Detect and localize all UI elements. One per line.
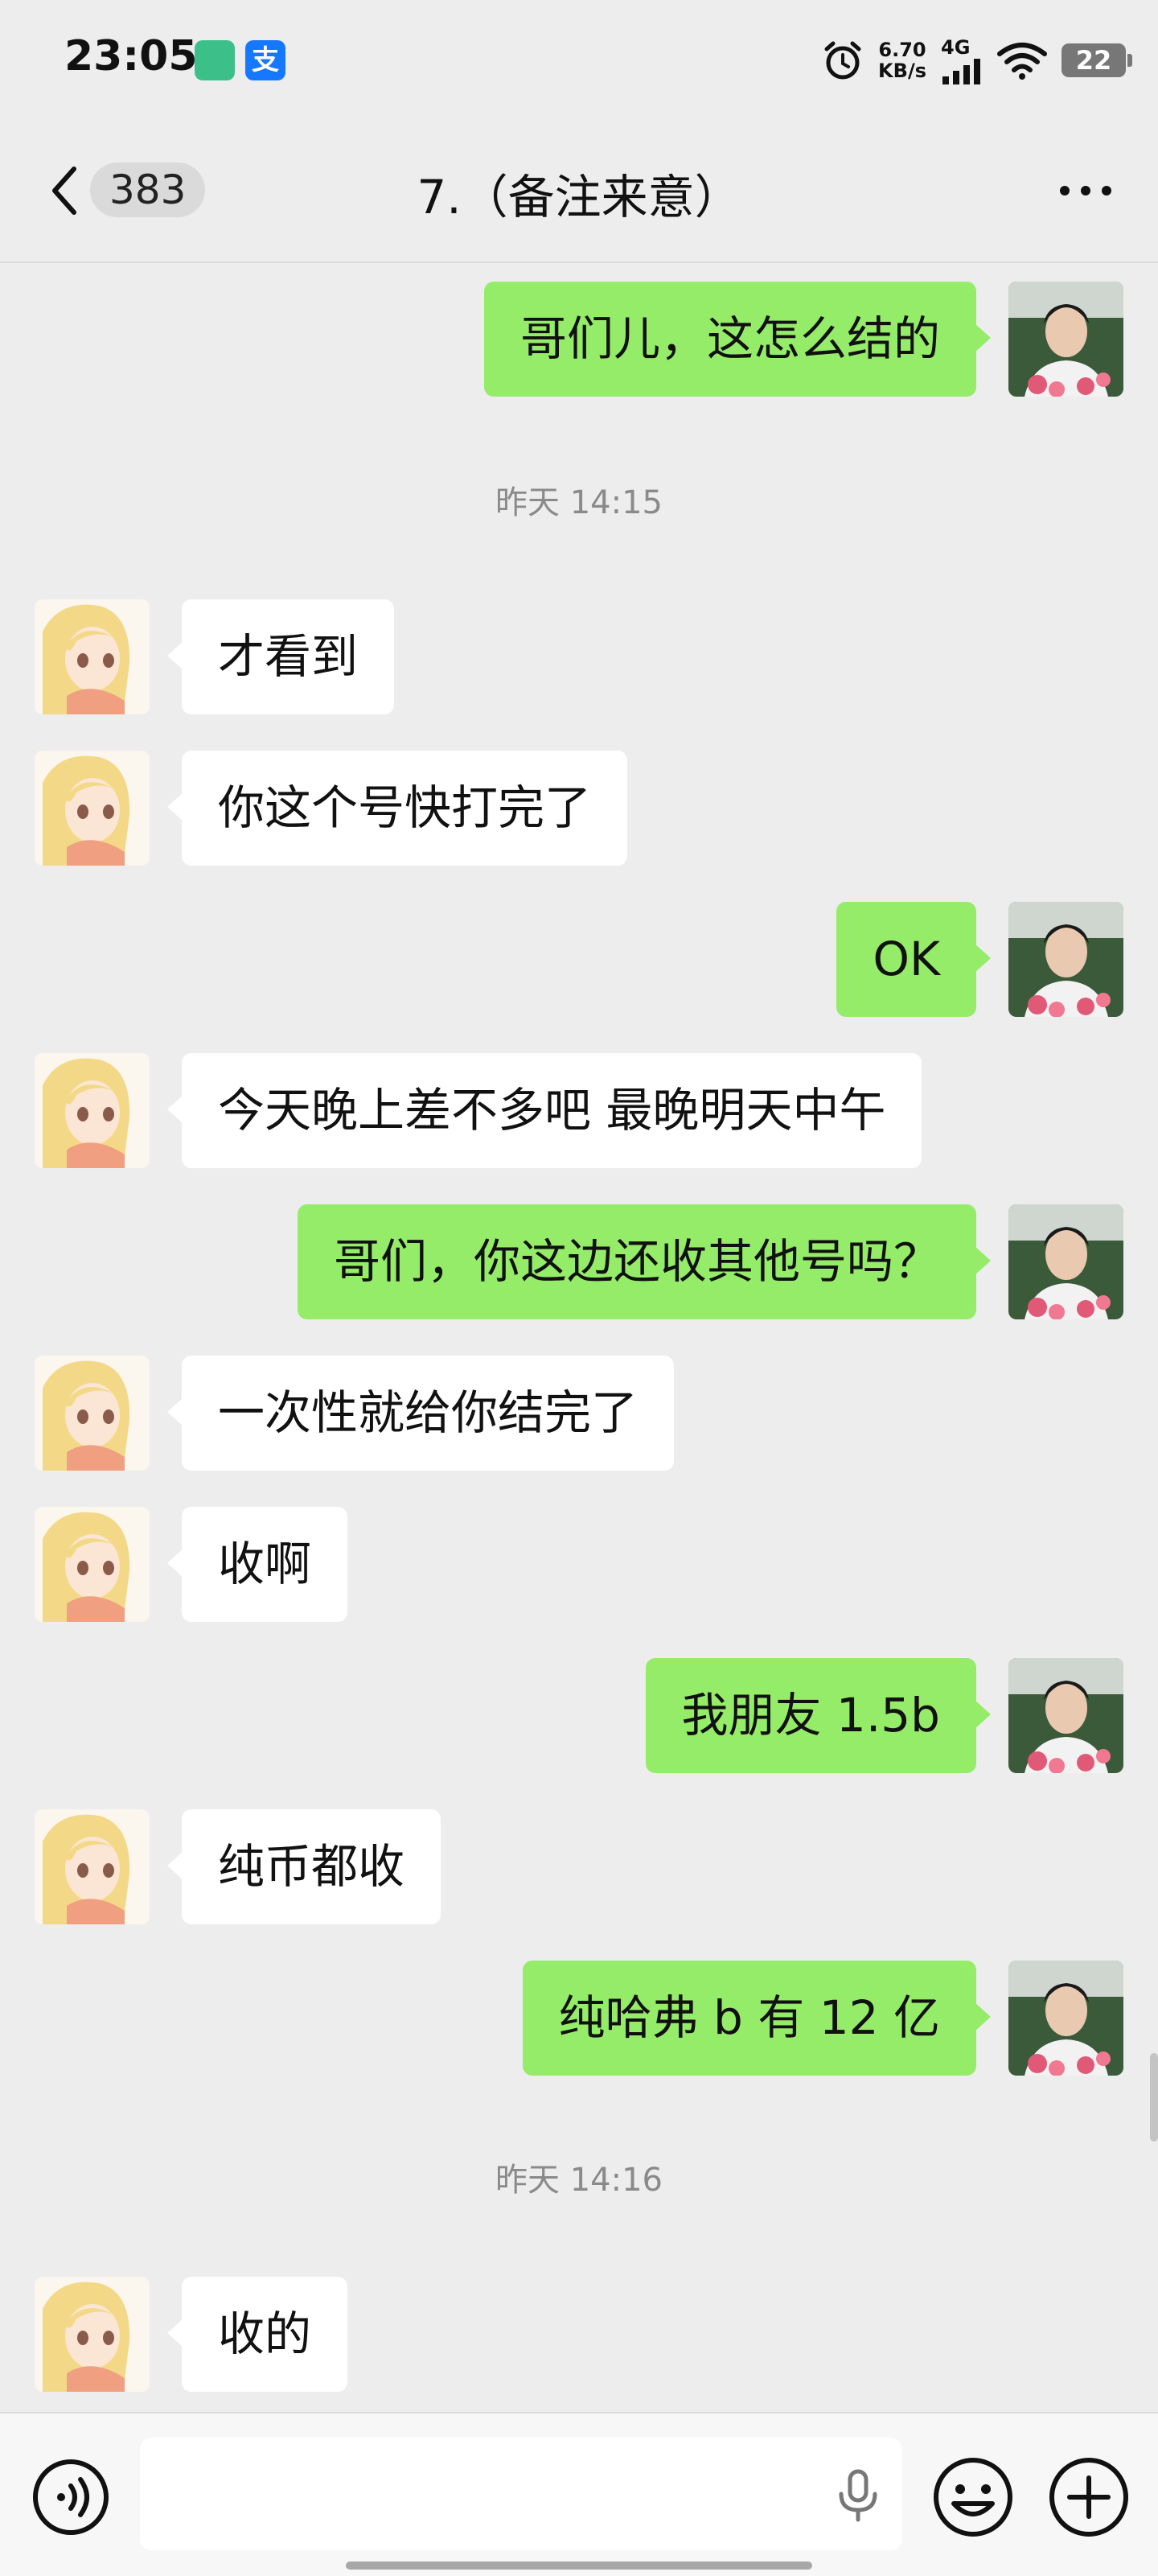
chat-header: 383 7.（备注来意） xyxy=(0,121,1158,263)
message-incoming: 你这个号快打完了 xyxy=(0,751,1158,867)
plus-icon[interactable] xyxy=(1047,2455,1131,2539)
message-bubble[interactable]: 纯哈弗 b 有 12 亿 xyxy=(522,1961,992,2076)
status-indicators: 6.70 KB/s 4G 22 xyxy=(822,32,1132,88)
message-outgoing: OK xyxy=(0,902,1158,1018)
message-incoming: 收啊 xyxy=(0,1507,1158,1623)
unread-count-badge[interactable]: 383 xyxy=(90,163,206,217)
status-time: 23:05 xyxy=(64,32,198,80)
contact-avatar[interactable] xyxy=(35,1809,150,1924)
message-outgoing: 纯哈弗 b 有 12 亿 xyxy=(0,1961,1158,2077)
message-incoming: 一次性就给你结完了 xyxy=(0,1356,1158,1472)
message-bubble[interactable]: 哥们，你这边还收其他号吗？ xyxy=(297,1204,992,1319)
avatar-image-anime xyxy=(35,599,150,714)
net-speed: 6.70 KB/s xyxy=(878,39,926,81)
avatar-image-anime xyxy=(35,1507,150,1622)
my-avatar[interactable] xyxy=(1008,1204,1123,1319)
avatar-image-anime xyxy=(35,1053,150,1168)
avatar-image-male xyxy=(1008,1961,1123,2076)
alipay-icon: 支 xyxy=(245,40,285,80)
contact-avatar[interactable] xyxy=(35,2277,150,2392)
contact-avatar[interactable] xyxy=(35,599,150,714)
avatar-image-male xyxy=(1008,1658,1123,1773)
message-outgoing: 我朋友 1.5b xyxy=(0,1658,1158,1775)
message-timestamp: 昨天 14:15 xyxy=(495,484,663,521)
chevron-left-icon[interactable] xyxy=(40,163,96,219)
message-input[interactable] xyxy=(140,2438,902,2550)
message-outgoing: 哥们儿，这怎么结的 xyxy=(0,282,1158,398)
my-avatar[interactable] xyxy=(1008,1658,1123,1773)
message-bubble[interactable]: 收的 xyxy=(166,2277,348,2392)
message-outgoing: 哥们，你这边还收其他号吗？ xyxy=(0,1204,1158,1321)
message-list[interactable]: 哥们儿，这怎么结的 昨天 14:15 才看到 你这个号快打完了 OK 今天晚上差… xyxy=(0,263,1158,2411)
message-bubble[interactable]: 一次性就给你结完了 xyxy=(166,1356,675,1471)
message-timestamp: 昨天 14:16 xyxy=(495,2162,663,2199)
message-bubble[interactable]: 纯币都收 xyxy=(166,1809,441,1924)
scrollbar-thumb[interactable] xyxy=(1150,2053,1158,2142)
status-bar: 23:05 支 6.70 KB/s 4G 22 xyxy=(0,0,1158,121)
input-bar xyxy=(0,2412,1158,2576)
message-bubble[interactable]: 才看到 xyxy=(166,599,395,714)
message-bubble[interactable]: 今天晚上差不多吧 最晚明天中午 xyxy=(166,1053,922,1168)
contact-avatar[interactable] xyxy=(35,751,150,866)
avatar-image-anime xyxy=(35,2277,150,2392)
contact-avatar[interactable] xyxy=(35,1507,150,1622)
battery-icon: 22 xyxy=(1062,43,1132,77)
message-bubble[interactable]: 哥们儿，这怎么结的 xyxy=(483,282,992,397)
voice-icon[interactable] xyxy=(31,2457,111,2537)
more-dots-icon[interactable] xyxy=(1053,171,1118,211)
message-bubble[interactable]: 收啊 xyxy=(166,1507,348,1622)
avatar-image-anime xyxy=(35,751,150,866)
message-incoming: 纯币都收 xyxy=(0,1809,1158,1926)
net-speed-value: 6.70 xyxy=(878,39,926,61)
avatar-image-anime xyxy=(35,1809,150,1924)
net-speed-unit: KB/s xyxy=(878,60,926,82)
avatar-image-male xyxy=(1008,282,1123,397)
alarm-icon xyxy=(824,41,861,80)
my-avatar[interactable] xyxy=(1008,902,1123,1017)
my-avatar[interactable] xyxy=(1008,282,1123,397)
wifi-icon xyxy=(997,43,1047,80)
message-bubble[interactable]: OK xyxy=(836,902,991,1017)
my-avatar[interactable] xyxy=(1008,1961,1123,2076)
avatar-image-male xyxy=(1008,1204,1123,1319)
contact-avatar[interactable] xyxy=(35,1356,150,1471)
home-indicator[interactable] xyxy=(346,2562,812,2570)
chat-title: 7.（备注来意） xyxy=(417,170,741,224)
avatar-image-male xyxy=(1008,902,1123,1017)
network-indicator: 4G xyxy=(941,36,983,84)
message-bubble[interactable]: 我朋友 1.5b xyxy=(645,1658,991,1773)
app-icon xyxy=(195,40,235,80)
message-bubble[interactable]: 你这个号快打完了 xyxy=(166,751,628,866)
contact-avatar[interactable] xyxy=(35,1053,150,1168)
emoji-icon[interactable] xyxy=(931,2455,1015,2539)
network-type: 4G xyxy=(941,36,971,59)
avatar-image-anime xyxy=(35,1356,150,1471)
signal-icon xyxy=(942,59,980,84)
microphone-icon[interactable] xyxy=(830,2467,886,2523)
message-incoming: 收的 xyxy=(0,2277,1158,2393)
message-incoming: 才看到 xyxy=(0,599,1158,716)
message-incoming: 今天晚上差不多吧 最晚明天中午 xyxy=(0,1053,1158,1170)
